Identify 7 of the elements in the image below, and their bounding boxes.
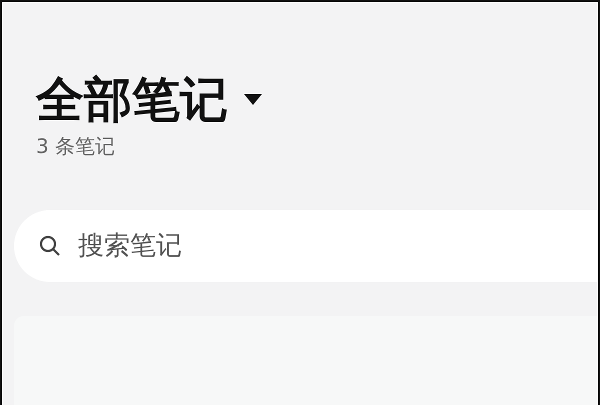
note-card[interactable] (14, 316, 598, 405)
notebook-dropdown[interactable]: 全部笔记 (36, 74, 262, 127)
note-count: 3 条笔记 (36, 132, 116, 160)
caret-icon (244, 94, 262, 106)
search-field[interactable]: 搜索笔记 (76, 230, 598, 262)
search-icon (38, 234, 62, 258)
search-bar[interactable]: 搜索笔记 (14, 210, 598, 282)
